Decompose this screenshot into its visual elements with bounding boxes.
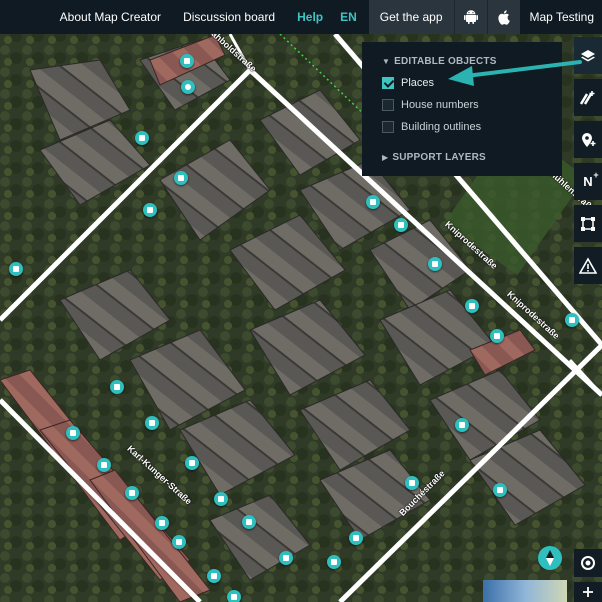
place-marker[interactable] xyxy=(172,535,186,549)
place-marker[interactable] xyxy=(428,257,442,271)
house-number-glyph: N xyxy=(583,174,593,189)
place-marker[interactable] xyxy=(180,54,194,68)
editable-objects-header[interactable]: ▼ EDITABLE OBJECTS xyxy=(382,56,497,67)
place-marker[interactable] xyxy=(174,171,188,185)
place-marker[interactable] xyxy=(242,515,256,529)
place-marker[interactable] xyxy=(185,456,199,470)
layer-toggle-places[interactable]: Places xyxy=(382,75,434,91)
caret-right-icon: ▶ xyxy=(382,153,389,162)
support-layers-title: SUPPORT LAYERS xyxy=(392,152,486,163)
place-marker[interactable] xyxy=(279,551,293,565)
place-marker[interactable] xyxy=(394,218,408,232)
help-link[interactable]: Help xyxy=(286,0,334,34)
ios-app-button[interactable] xyxy=(486,0,520,34)
checkbox-checked-icon[interactable] xyxy=(382,77,394,89)
place-marker[interactable] xyxy=(155,516,169,530)
place-marker[interactable] xyxy=(327,555,341,569)
checkbox-unchecked-icon[interactable] xyxy=(382,121,394,133)
minimap-thumbnail[interactable] xyxy=(483,580,567,602)
apple-icon xyxy=(497,10,510,25)
top-navigation-bar: About Map Creator Discussion board Help … xyxy=(0,0,602,34)
compass-button[interactable] xyxy=(538,546,562,570)
polygon-outline-icon xyxy=(581,216,595,231)
place-marker[interactable] xyxy=(181,80,195,94)
android-icon xyxy=(463,10,478,24)
place-marker[interactable] xyxy=(135,131,149,145)
place-marker[interactable] xyxy=(349,531,363,545)
plus-icon xyxy=(583,587,593,597)
layer-toggle-house-numbers[interactable]: House numbers xyxy=(382,97,479,113)
android-app-button[interactable] xyxy=(453,0,487,34)
place-marker[interactable] xyxy=(97,458,111,472)
report-issue-button[interactable] xyxy=(574,247,602,284)
target-icon xyxy=(581,556,595,570)
add-building-outline-button[interactable] xyxy=(574,205,602,242)
layer-toggle-building-outlines[interactable]: Building outlines xyxy=(382,119,481,135)
caret-down-icon: ▼ xyxy=(382,57,391,66)
map-testing-link[interactable]: Map Testing xyxy=(520,0,602,34)
add-place-button[interactable] xyxy=(574,121,602,158)
place-marker[interactable] xyxy=(66,426,80,440)
place-marker[interactable] xyxy=(565,313,579,327)
add-road-button[interactable] xyxy=(574,79,602,116)
place-marker[interactable] xyxy=(110,380,124,394)
road-plus-icon xyxy=(579,90,595,105)
checkbox-unchecked-icon[interactable] xyxy=(382,99,394,111)
place-marker[interactable] xyxy=(490,329,504,343)
place-marker[interactable] xyxy=(214,492,228,506)
discussion-board-link[interactable]: Discussion board xyxy=(172,0,286,34)
about-map-creator-link[interactable]: About Map Creator xyxy=(49,0,172,34)
place-marker[interactable] xyxy=(145,416,159,430)
place-marker[interactable] xyxy=(465,299,479,313)
layer-label: Building outlines xyxy=(401,121,482,133)
place-marker[interactable] xyxy=(207,569,221,583)
add-house-number-button[interactable]: N + xyxy=(574,163,602,200)
place-marker[interactable] xyxy=(143,203,157,217)
house-number-icon: N + xyxy=(583,170,599,189)
right-toolbar: N + xyxy=(574,37,602,289)
place-marker[interactable] xyxy=(493,483,507,497)
place-marker[interactable] xyxy=(405,476,419,490)
warning-icon xyxy=(579,256,597,274)
place-marker[interactable] xyxy=(227,590,241,602)
place-marker[interactable] xyxy=(366,195,380,209)
place-marker[interactable] xyxy=(9,262,23,276)
support-layers-header[interactable]: ▶ SUPPORT LAYERS xyxy=(382,152,486,163)
pin-plus-icon xyxy=(582,132,596,147)
layer-label: House numbers xyxy=(401,99,479,111)
get-the-app-button[interactable]: Get the app xyxy=(368,0,454,34)
locate-me-button[interactable] xyxy=(574,549,602,577)
language-selector[interactable]: EN xyxy=(334,0,369,34)
layers-panel: ▼ EDITABLE OBJECTS Places House numbers B… xyxy=(362,42,562,176)
place-marker[interactable] xyxy=(455,418,469,432)
place-marker[interactable] xyxy=(125,486,139,500)
layers-icon xyxy=(581,49,595,61)
layer-label: Places xyxy=(401,77,435,89)
editable-objects-title: EDITABLE OBJECTS xyxy=(394,56,497,67)
zoom-in-button[interactable] xyxy=(574,582,602,602)
layers-button[interactable] xyxy=(574,37,602,74)
compass-icon xyxy=(546,550,554,566)
